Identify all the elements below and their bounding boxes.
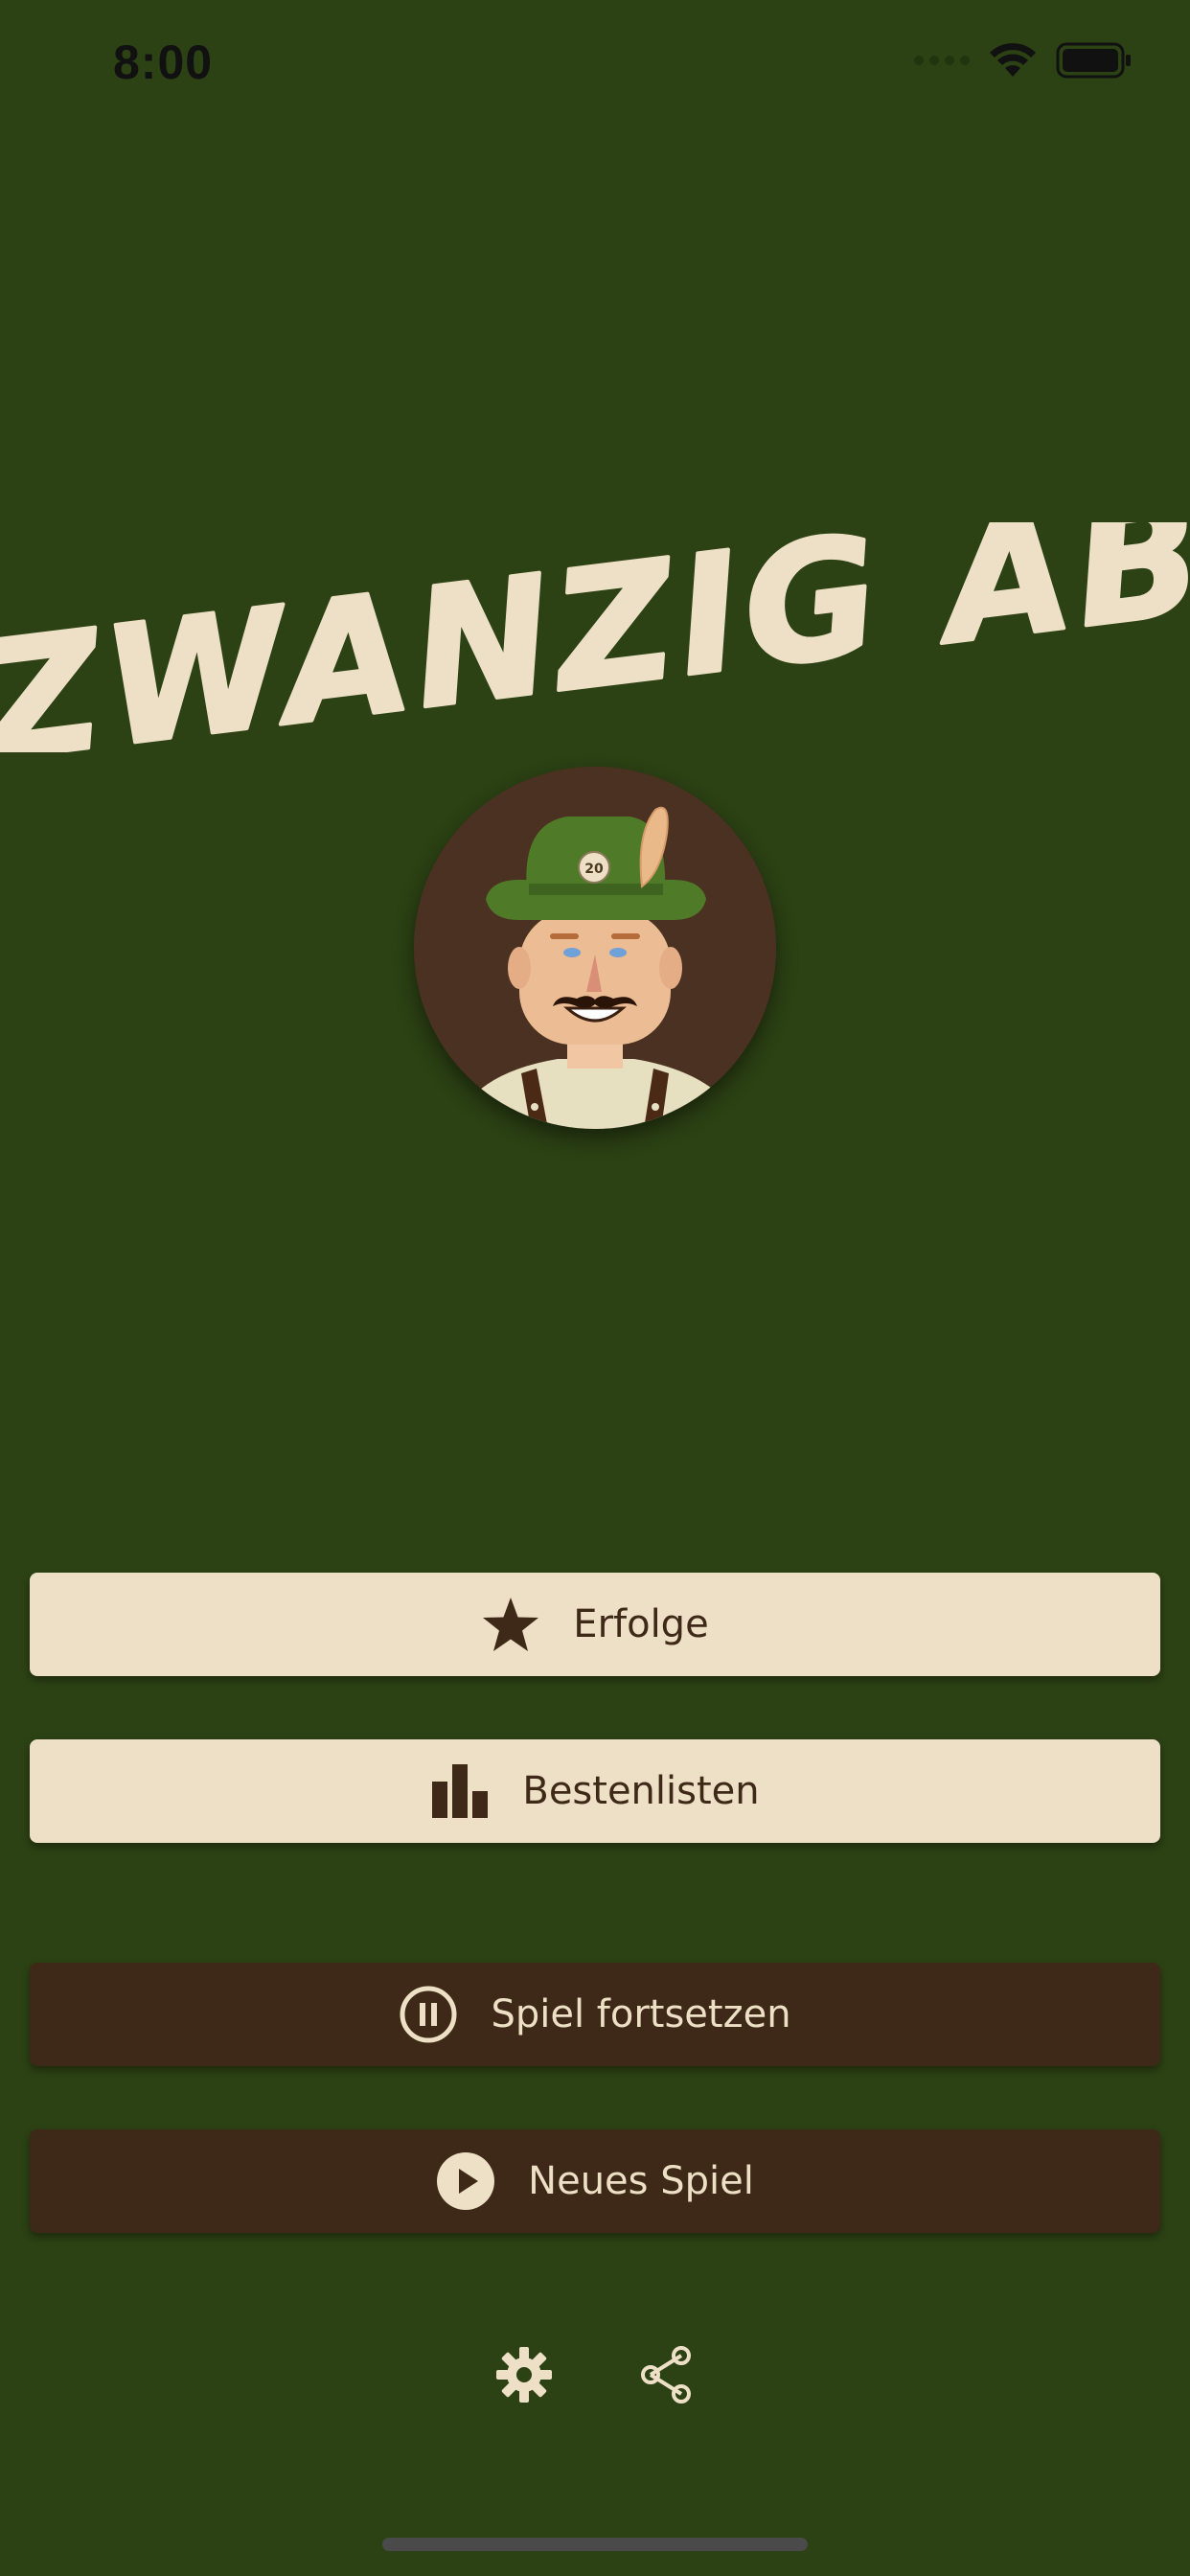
gear-icon (496, 2347, 552, 2403)
battery-icon (1056, 42, 1131, 79)
play-icon (436, 2151, 495, 2211)
bottom-actions (0, 2344, 1190, 2405)
app-title-text: Zwanzig Ab (0, 522, 1190, 752)
mascot-avatar: 20 (414, 767, 776, 1129)
continue-game-label: Spiel fortsetzen (491, 1992, 791, 2036)
bar-chart-icon (430, 1764, 490, 1818)
star-icon (481, 1596, 540, 1653)
achievements-label: Erfolge (573, 1602, 709, 1646)
pause-icon (399, 1985, 458, 2044)
settings-button[interactable] (493, 2344, 555, 2405)
new-game-label: Neues Spiel (528, 2159, 754, 2203)
new-game-button[interactable]: Neues Spiel (30, 2129, 1160, 2233)
continue-game-button[interactable]: Spiel fortsetzen (30, 1963, 1160, 2066)
status-bar: 8:00 (0, 0, 1190, 134)
avatar-badge-text: 20 (584, 862, 604, 877)
share-button[interactable] (635, 2344, 697, 2405)
achievements-button[interactable]: Erfolge (30, 1573, 1160, 1676)
home-indicator[interactable] (382, 2538, 808, 2551)
leaderboards-label: Bestenlisten (522, 1769, 760, 1813)
cellular-signal-icon (914, 56, 970, 65)
app-title: Zwanzig Ab (0, 458, 1190, 801)
leaderboards-button[interactable]: Bestenlisten (30, 1739, 1160, 1843)
share-icon (641, 2346, 691, 2404)
wifi-icon (990, 43, 1036, 77)
status-time: 8:00 (113, 35, 214, 89)
status-icons (914, 42, 1133, 79)
